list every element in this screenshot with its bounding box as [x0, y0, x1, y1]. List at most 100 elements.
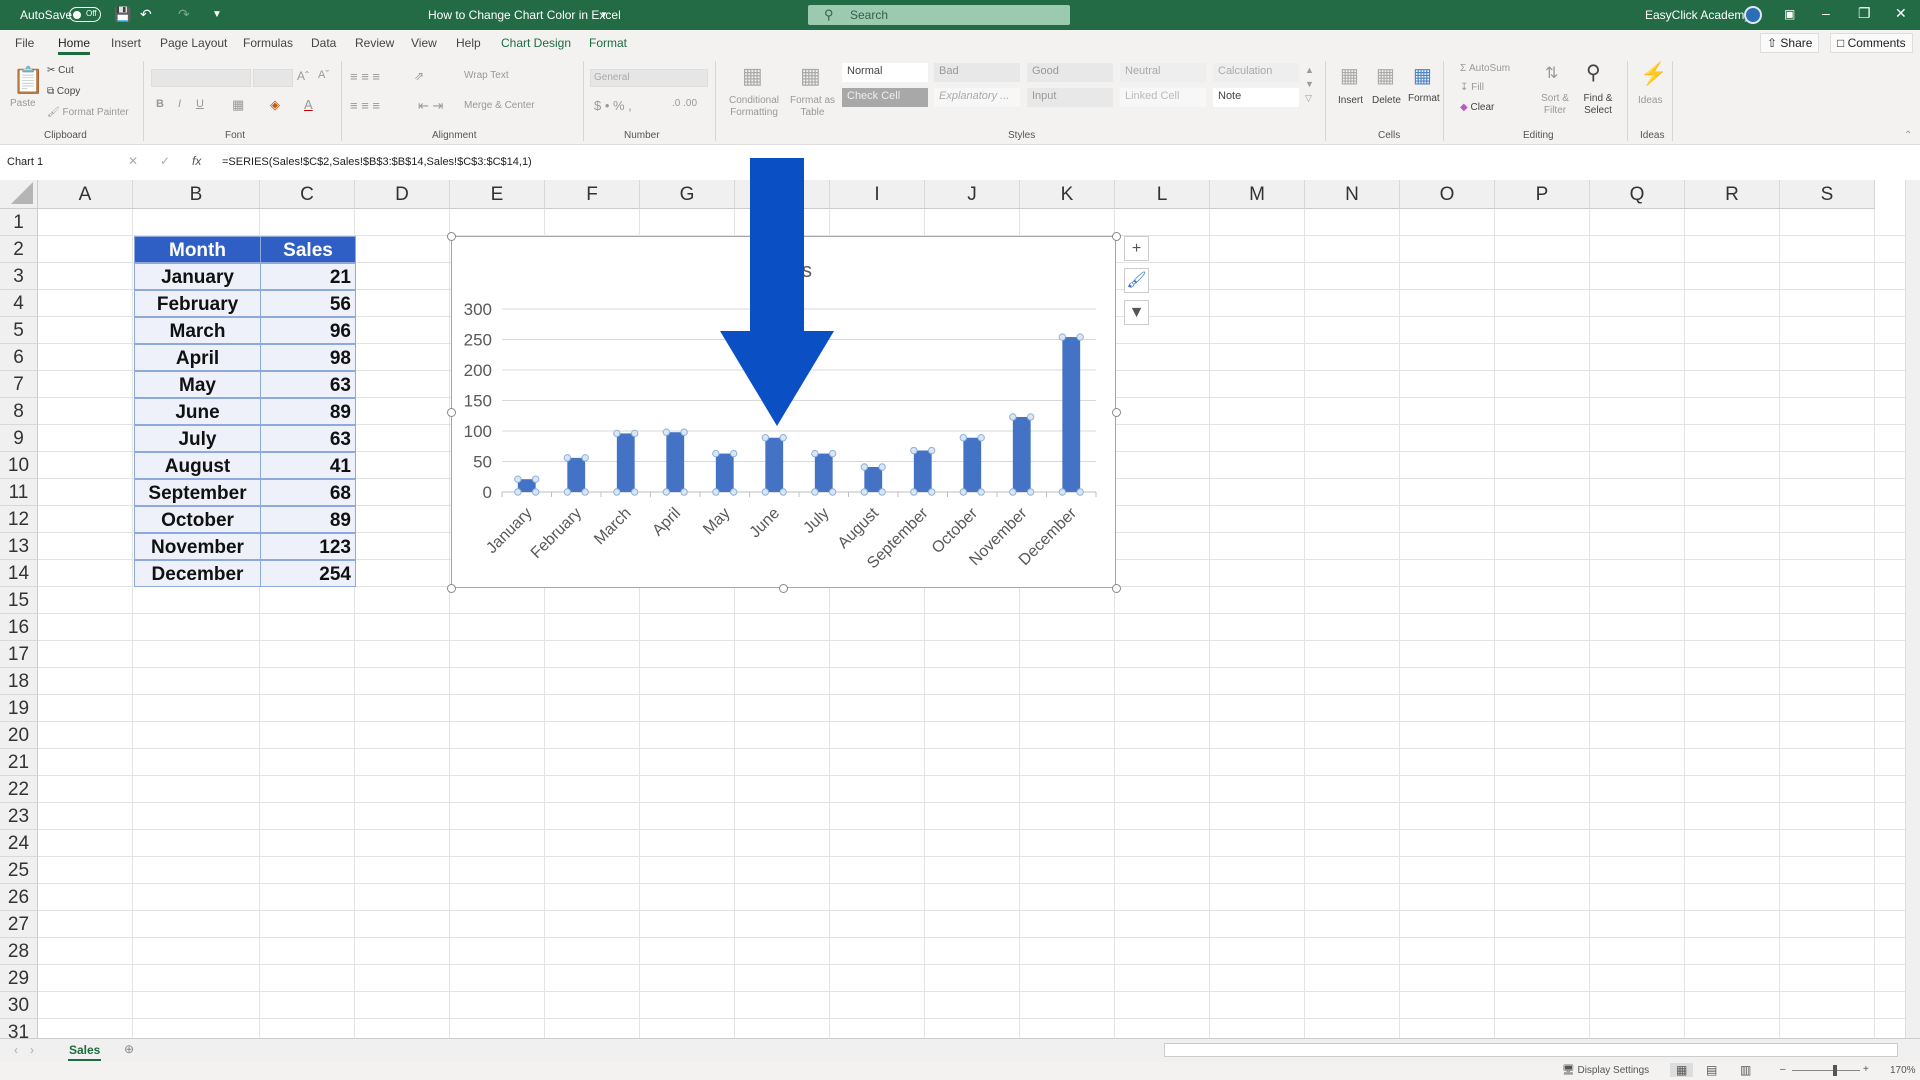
- fill-button[interactable]: ↧ Fill: [1460, 82, 1484, 93]
- undo-icon[interactable]: ↶: [140, 6, 152, 23]
- row-header-4[interactable]: 4: [0, 290, 38, 317]
- style-calculation[interactable]: Calculation: [1213, 63, 1299, 82]
- tab-chart-design[interactable]: Chart Design: [501, 36, 571, 50]
- paste-button[interactable]: Paste: [10, 98, 36, 109]
- bar-september[interactable]: [913, 450, 932, 492]
- font-size-select[interactable]: [253, 69, 293, 87]
- sales-cell[interactable]: 98: [260, 344, 356, 371]
- row-header-5[interactable]: 5: [0, 317, 38, 344]
- borders-icon[interactable]: ▦: [232, 97, 244, 113]
- month-cell[interactable]: April: [134, 344, 261, 371]
- month-cell[interactable]: February: [134, 290, 261, 317]
- redo-icon[interactable]: ↷: [178, 6, 190, 23]
- row-header-11[interactable]: 11: [0, 479, 38, 506]
- row-header-19[interactable]: 19: [0, 695, 38, 722]
- tab-formulas[interactable]: Formulas: [243, 36, 293, 50]
- column-header-r[interactable]: R: [1685, 180, 1780, 209]
- currency-icon[interactable]: $ • % ,: [594, 98, 632, 113]
- style-linked-cell[interactable]: Linked Cell: [1120, 88, 1206, 107]
- tab-view[interactable]: View: [411, 36, 437, 50]
- sales-cell[interactable]: 96: [260, 317, 356, 344]
- conditional-formatting-button[interactable]: Conditional Formatting: [724, 95, 784, 119]
- delete-cells-icon[interactable]: ▦: [1376, 63, 1395, 88]
- row-header-9[interactable]: 9: [0, 425, 38, 452]
- tab-format[interactable]: Format: [589, 36, 627, 50]
- row-header-2[interactable]: 2: [0, 236, 38, 263]
- row-header-24[interactable]: 24: [0, 830, 38, 857]
- format-as-table-button[interactable]: Format as Table: [790, 95, 835, 119]
- column-header-c[interactable]: C: [260, 180, 355, 209]
- tab-home[interactable]: Home: [58, 36, 91, 55]
- wrap-text-button[interactable]: Wrap Text: [464, 70, 509, 81]
- tab-help[interactable]: Help: [456, 36, 481, 50]
- column-header-s[interactable]: S: [1780, 180, 1875, 209]
- copy-button[interactable]: ⧉ Copy: [47, 86, 80, 97]
- search-box[interactable]: ⚲ Search: [808, 5, 1070, 25]
- sales-cell[interactable]: 89: [260, 506, 356, 533]
- row-header-7[interactable]: 7: [0, 371, 38, 398]
- column-header-b[interactable]: B: [133, 180, 260, 209]
- bar-december[interactable]: [1062, 337, 1081, 492]
- month-cell[interactable]: November: [134, 533, 261, 560]
- italic-button[interactable]: I: [178, 98, 181, 110]
- row-header-18[interactable]: 18: [0, 668, 38, 695]
- chart-resize-handle[interactable]: [446, 407, 456, 417]
- month-cell[interactable]: June: [134, 398, 261, 425]
- document-title[interactable]: How to Change Chart Color in Excel: [428, 8, 621, 22]
- styles-scroll-icon[interactable]: ▲ ▼ ▽: [1305, 63, 1314, 105]
- row-header-28[interactable]: 28: [0, 938, 38, 965]
- month-cell[interactable]: March: [134, 317, 261, 344]
- style-neutral[interactable]: Neutral: [1120, 63, 1206, 82]
- zoom-level[interactable]: 170%: [1890, 1065, 1916, 1076]
- find-select-button[interactable]: Find & Select: [1577, 93, 1619, 117]
- format-as-table-icon[interactable]: ▦: [800, 63, 821, 89]
- sales-cell[interactable]: 63: [260, 371, 356, 398]
- share-button[interactable]: ⇧ Share: [1760, 33, 1820, 53]
- row-header-27[interactable]: 27: [0, 911, 38, 938]
- month-cell[interactable]: January: [134, 263, 261, 290]
- sort-filter-button[interactable]: Sort & Filter: [1537, 93, 1573, 117]
- bar-june[interactable]: [765, 437, 784, 492]
- horizontal-scrollbar[interactable]: [1164, 1043, 1898, 1057]
- insert-cells-icon[interactable]: ▦: [1340, 63, 1359, 88]
- sales-cell[interactable]: 254: [260, 560, 356, 587]
- row-header-12[interactable]: 12: [0, 506, 38, 533]
- avatar[interactable]: [1744, 6, 1762, 24]
- conditional-formatting-icon[interactable]: ▦: [742, 63, 763, 89]
- chart-resize-handle[interactable]: [1111, 583, 1121, 593]
- number-format-select[interactable]: General: [590, 69, 708, 87]
- normal-view-icon[interactable]: ▦: [1670, 1063, 1694, 1077]
- column-header-a[interactable]: A: [38, 180, 133, 209]
- autosum-button[interactable]: Σ AutoSum: [1460, 63, 1510, 74]
- display-settings-button[interactable]: 🖥 Display Settings: [1562, 1065, 1649, 1076]
- chart-resize-handle[interactable]: [446, 583, 456, 593]
- indent-icon[interactable]: ⇤ ⇥: [418, 98, 443, 114]
- column-header-q[interactable]: Q: [1590, 180, 1685, 209]
- row-header-22[interactable]: 22: [0, 776, 38, 803]
- row-header-17[interactable]: 17: [0, 641, 38, 668]
- function-icon[interactable]: fx: [192, 154, 201, 168]
- underline-button[interactable]: U: [196, 98, 204, 110]
- format-button[interactable]: Format: [1408, 93, 1440, 104]
- clear-button[interactable]: ◆ Clear: [1460, 102, 1494, 113]
- table-header-month[interactable]: Month: [134, 236, 261, 263]
- chevron-down-icon[interactable]: ▼: [600, 10, 608, 19]
- column-header-e[interactable]: E: [450, 180, 545, 209]
- format-cells-icon[interactable]: ▦: [1413, 63, 1432, 88]
- row-header-8[interactable]: 8: [0, 398, 38, 425]
- style-normal[interactable]: Normal: [842, 63, 928, 82]
- grow-font-icon[interactable]: Aˆ: [297, 69, 309, 83]
- sheet-next-icon[interactable]: ›: [30, 1043, 34, 1057]
- style-check-cell[interactable]: Check Cell: [842, 88, 928, 107]
- column-header-o[interactable]: O: [1400, 180, 1495, 209]
- style-input[interactable]: Input: [1027, 88, 1113, 107]
- ideas-icon[interactable]: ⚡: [1640, 61, 1667, 87]
- chart-styles-button[interactable]: 🖌: [1124, 268, 1149, 293]
- row-header-15[interactable]: 15: [0, 587, 38, 614]
- cancel-icon[interactable]: ✕: [128, 154, 138, 168]
- sales-cell[interactable]: 21: [260, 263, 356, 290]
- bar-march[interactable]: [616, 433, 635, 492]
- shrink-font-icon[interactable]: Aˇ: [318, 69, 329, 81]
- column-header-p[interactable]: P: [1495, 180, 1590, 209]
- sheet-prev-icon[interactable]: ‹: [14, 1043, 18, 1057]
